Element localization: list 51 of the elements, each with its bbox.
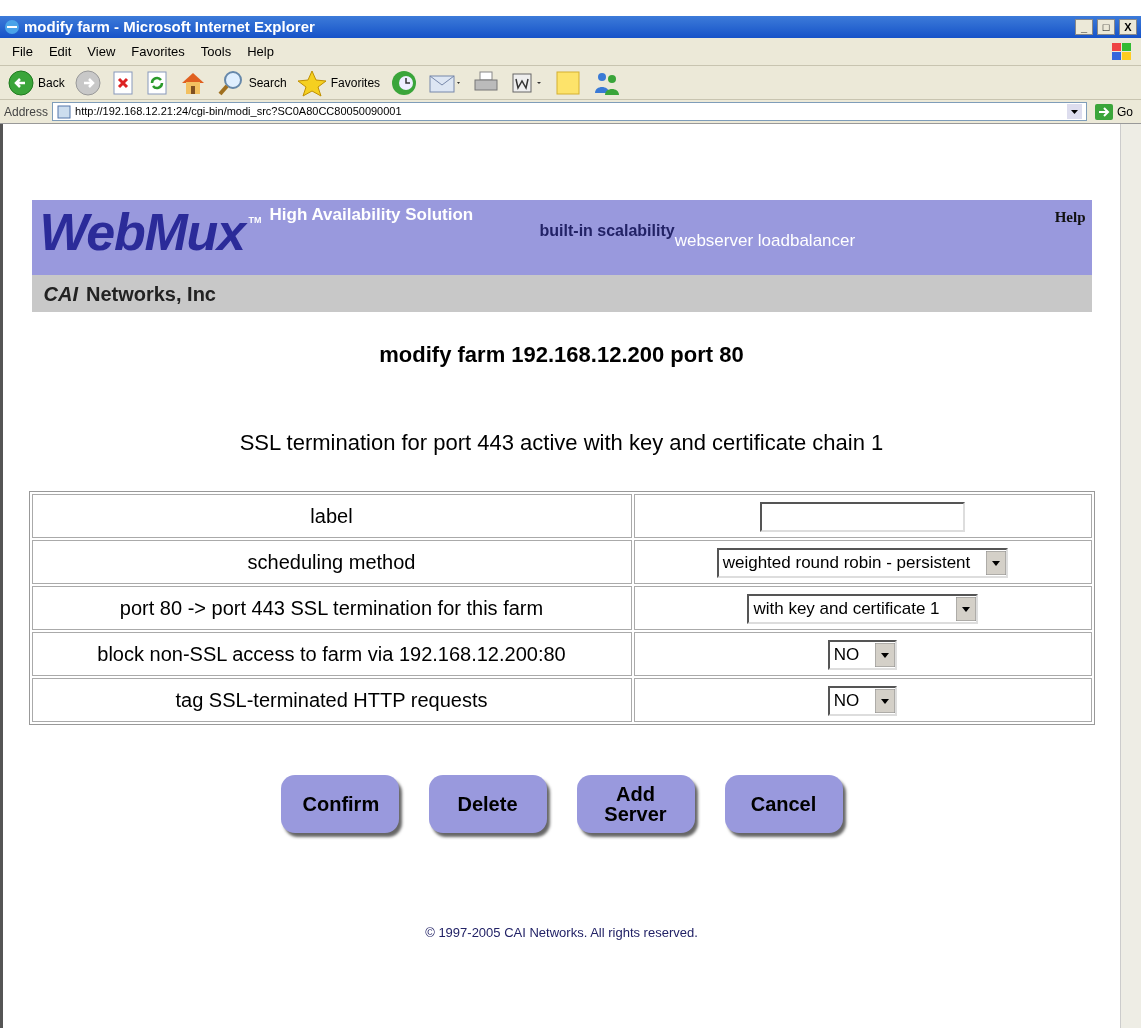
tagline: High Availability Solution (269, 206, 475, 223)
address-label: Address (4, 103, 49, 121)
refresh-icon[interactable] (144, 69, 169, 96)
dropdown[interactable]: weighted round robin - persistent (716, 547, 1009, 578)
page-icon (57, 104, 72, 119)
arrow-right-icon (1095, 103, 1113, 120)
menu-item[interactable]: File (4, 39, 41, 64)
minimize-button[interactable]: _ (1075, 19, 1093, 35)
field-label: tag SSL-terminated HTTP requests (31, 678, 632, 722)
page-heading: modify farm 192.168.12.200 port 80 (379, 341, 744, 369)
help-link[interactable]: Help (1054, 206, 1086, 229)
action-button[interactable]: Cancel (724, 775, 843, 833)
field-label: label (31, 494, 632, 538)
company-name: Networks, Inc (85, 281, 216, 307)
dropdown[interactable]: NO (827, 639, 898, 670)
product-description: webserver loadbalancer (674, 232, 856, 249)
status-message: SSL termination for port 443 active with key and certificate chain 1 (239, 429, 884, 457)
action-button[interactable]: Confirm (280, 775, 399, 833)
search-icon[interactable] (216, 68, 245, 97)
field-label: scheduling method (31, 540, 632, 584)
label-input[interactable] (760, 501, 965, 532)
dropdown-arrow-icon (986, 550, 1007, 575)
dropdown[interactable]: NO (827, 685, 898, 716)
trademark: TM (248, 214, 262, 227)
field-label: block non-SSL access to farm via 192.168.12.200:80 (31, 632, 632, 676)
menu-item[interactable]: Edit (40, 39, 80, 64)
stop-icon[interactable] (110, 69, 135, 96)
menu-item[interactable]: Help (239, 39, 282, 64)
product-logo: WebMux (39, 206, 245, 258)
maximize-button[interactable]: □ (1097, 19, 1115, 35)
dropdown-arrow-icon (875, 688, 896, 713)
action-button[interactable]: Add Server (576, 775, 695, 833)
address-field[interactable]: http://192.168.12.21:24/cgi-bin/modi_src?SC0A80CC80050090001 (52, 102, 1087, 121)
go-button[interactable]: Go (1091, 102, 1137, 121)
dropdown-arrow-icon (955, 596, 976, 621)
menu-item[interactable]: Tools (192, 39, 240, 64)
slogan: built-in scalability (539, 223, 675, 239)
dropdown-arrow-icon (875, 642, 896, 667)
action-button[interactable]: Delete (428, 775, 547, 833)
menu-item[interactable]: View (79, 39, 124, 64)
menu-item[interactable]: Favorites (123, 39, 193, 64)
toolbar-label[interactable]: Search (248, 73, 287, 92)
window-title: modify farm - Microsoft Internet Explorer (24, 16, 316, 37)
dropdown[interactable]: with key and certificate 1 (747, 593, 978, 624)
close-button[interactable]: X (1119, 19, 1137, 35)
copyright: © 1997-2005 CAI Networks. All rights reserved. (425, 924, 698, 942)
star-icon[interactable] (296, 68, 327, 97)
company-logo: CAI (43, 281, 78, 307)
toolbar-label[interactable]: Favorites (330, 73, 381, 92)
field-label: port 80 -> port 443 SSL termination for this farm (31, 586, 632, 630)
toolbar-label[interactable]: Back (38, 73, 65, 92)
